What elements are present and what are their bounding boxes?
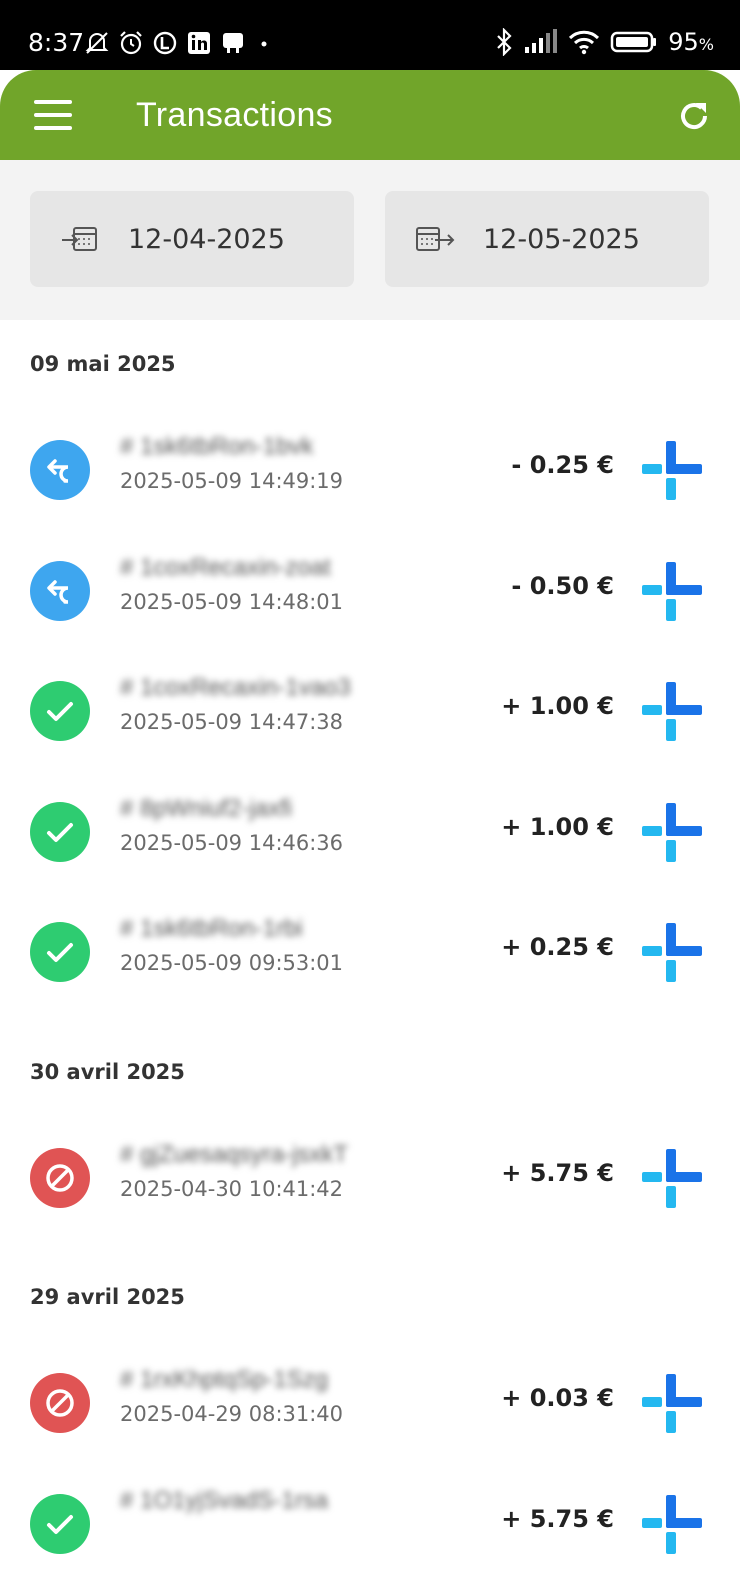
battery-unit: %: [698, 35, 714, 54]
transaction-row[interactable]: # 1sk6tbRon-1bvk 2025-05-09 14:49:19 - 0.2…: [0, 415, 740, 525]
status-refund: [30, 440, 90, 500]
wifi-icon: [569, 30, 600, 55]
transaction-datetime: 2025-05-09 14:46:36: [120, 830, 344, 855]
transaction-amount: - 0.25 €: [511, 451, 614, 479]
transaction-amount: - 0.50 €: [511, 571, 614, 600]
payment-provider-logo-icon: [640, 439, 704, 503]
cancelled-icon: [46, 1163, 74, 1192]
group-date-header: 09 mai 2025: [30, 352, 176, 376]
notification-icon: [223, 33, 243, 53]
transaction-reference: # 1sk6tbRon-1bvk: [120, 433, 314, 460]
from-date-button[interactable]: 12-04-2025: [30, 191, 354, 287]
l-badge-icon: [153, 31, 177, 55]
calendar-in-icon: [62, 227, 97, 251]
page-title: Transactions: [136, 96, 333, 134]
status-bar: 8:37 95%: [0, 0, 740, 70]
menu-icon-bar: [34, 113, 72, 117]
signal-icon: [525, 29, 558, 53]
notification-icons: [84, 30, 274, 56]
checkmark-icon: [47, 943, 73, 962]
group-date-header: 30 avril 2025: [30, 1059, 185, 1084]
refund-icon: [47, 459, 69, 483]
transaction-row[interactable]: # gjZuesaqsyra-jsxkT 2025-04-30 10:41:42 +…: [0, 1123, 740, 1233]
payment-provider-logo-icon: [640, 1147, 704, 1211]
status-refund: [30, 560, 90, 621]
cancelled-icon: [46, 1389, 74, 1417]
payment-provider-logo-icon: [640, 680, 704, 744]
refund-icon: [47, 579, 69, 604]
battery-percentage: 95%: [668, 28, 714, 56]
transaction-datetime: 2025-04-29 08:31:40: [120, 1402, 344, 1426]
transaction-row[interactable]: # 1O1yjSvadS-1rsa + 5.75 €: [0, 1469, 740, 1579]
transaction-reference: # 1coxRecaxin-1vao3: [120, 674, 351, 701]
app-bar: Transactions: [0, 70, 740, 160]
calendar-out-icon: [416, 227, 455, 251]
refresh-icon: [681, 103, 708, 130]
status-success: [30, 801, 90, 862]
transaction-datetime: 2025-05-09 14:47:38: [120, 710, 344, 734]
transaction-row[interactable]: # 1coxRecaxin-zoat 2025-05-09 14:48:01 - 0…: [0, 536, 740, 646]
transaction-datetime: 2025-05-09 09:53:01: [120, 951, 344, 975]
checkmark-icon: [47, 702, 73, 721]
payment-provider-logo-icon: [640, 1372, 704, 1436]
dot-icon: [261, 41, 267, 47]
menu-icon: [34, 100, 72, 104]
status-time: 8:37: [28, 28, 85, 57]
status-cancelled: [30, 1147, 90, 1208]
transaction-reference: # 8pWniuf2-jaxfi: [120, 794, 293, 822]
bluetooth-icon: [497, 28, 512, 56]
transaction-amount: + 5.75 €: [501, 1158, 614, 1187]
transaction-datetime: 2025-05-09 14:48:01: [120, 589, 344, 614]
to-date-value: 12-05-2025: [483, 224, 640, 255]
transaction-row[interactable]: # 8pWniuf2-jaxfi 2025-05-09 14:46:36 + 1.0…: [0, 777, 740, 887]
transaction-row[interactable]: # 1sk6tbRon-1rbi 2025-05-09 09:53:01 + 0.2…: [0, 897, 740, 1007]
transaction-amount: + 0.25 €: [501, 933, 614, 961]
muted-bell-icon: [85, 32, 109, 54]
refresh-button[interactable]: [676, 98, 712, 134]
payment-provider-logo-icon: [640, 801, 704, 865]
transaction-row[interactable]: # 1rxKhptqSp-1Szg 2025-04-29 08:31:40 + 0.…: [0, 1348, 740, 1458]
payment-provider-logo-icon: [640, 1493, 704, 1557]
transaction-reference: # gjZuesaqsyra-jsxkT: [120, 1140, 349, 1168]
from-date-value: 12-04-2025: [128, 224, 285, 255]
status-success: [30, 681, 90, 741]
status-cancelled: [30, 1373, 90, 1433]
transaction-row[interactable]: # 1coxRecaxin-1vao3 2025-05-09 14:47:38 + …: [0, 656, 740, 766]
payment-provider-logo-icon: [640, 921, 704, 985]
transaction-reference: # 1O1yjSvadS-1rsa: [120, 1486, 329, 1514]
status-success: [30, 922, 90, 982]
transaction-datetime: 2025-05-09 14:49:19: [120, 469, 344, 493]
group-date-header: 29 avril 2025: [30, 1285, 185, 1309]
alarm-icon: [120, 31, 142, 55]
transaction-amount: + 0.03 €: [501, 1384, 614, 1412]
transaction-reference: # 1rxKhptqSp-1Szg: [120, 1366, 329, 1393]
battery-value: 95: [668, 28, 699, 56]
to-date-button[interactable]: 12-05-2025: [385, 191, 709, 287]
menu-icon-bar: [34, 126, 72, 130]
transaction-reference: # 1sk6tbRon-1rbi: [120, 915, 303, 942]
payment-provider-logo-icon: [640, 560, 704, 624]
date-filter-bar: 12-04-2025 12-05-2025: [0, 160, 740, 320]
transaction-datetime: 2025-04-30 10:41:42: [120, 1176, 344, 1201]
menu-button[interactable]: [34, 100, 72, 130]
transaction-reference: # 1coxRecaxin-zoat: [120, 553, 331, 581]
checkmark-icon: [47, 822, 73, 842]
transaction-amount: + 5.75 €: [501, 1504, 614, 1533]
battery-icon: [611, 31, 657, 53]
linkedin-icon: [188, 32, 210, 54]
transaction-amount: + 1.00 €: [501, 812, 614, 841]
transaction-amount: + 1.00 €: [501, 692, 614, 720]
